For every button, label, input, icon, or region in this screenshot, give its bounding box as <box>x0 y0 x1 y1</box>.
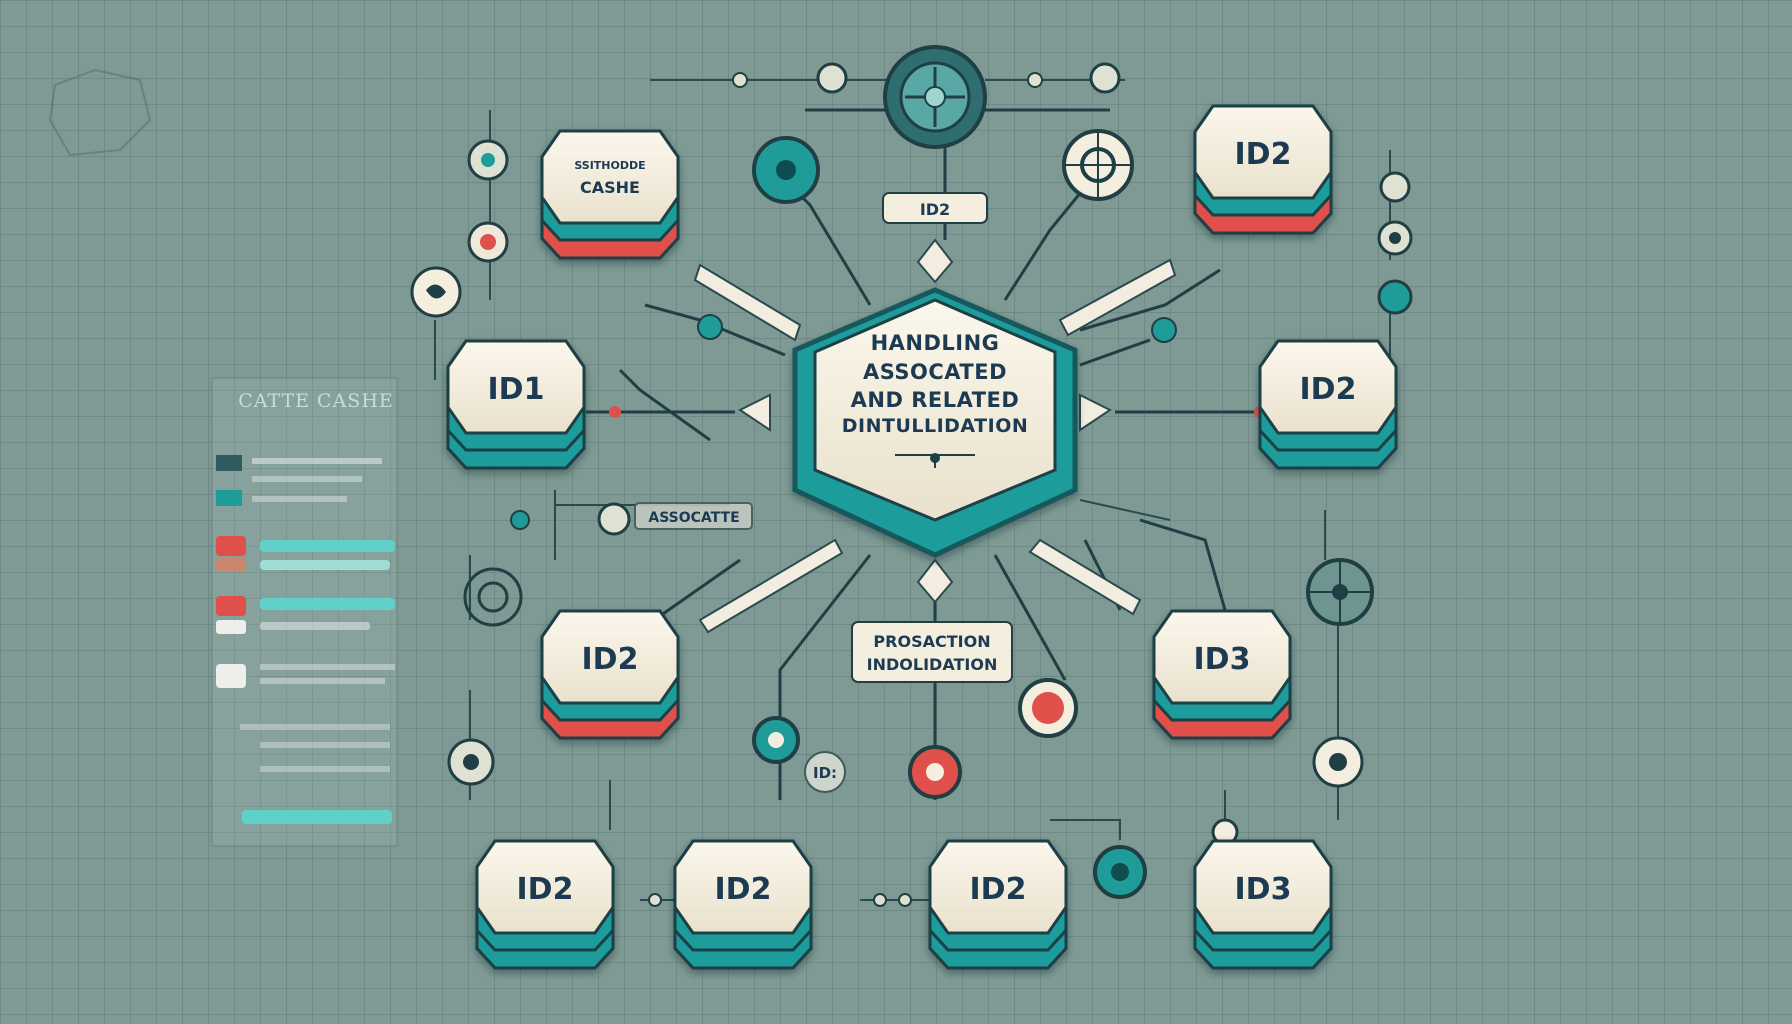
panel-swatch-red-2 <box>216 596 246 616</box>
tag-top: ID2 <box>882 192 988 224</box>
node-id3-mid-right: ID3 <box>1152 609 1292 740</box>
red-hub-icon-2 <box>908 745 962 799</box>
svg-text:ID:: ID: <box>813 764 837 782</box>
tag-production: PROSACTION INDOLIDATION <box>851 621 1013 683</box>
node-label: CASHE <box>580 178 640 197</box>
cache-side-panel: CATTE CASHE <box>211 377 398 847</box>
node-id2-bottom-1: ID2 <box>475 839 615 970</box>
svg-text:ID2: ID2 <box>920 200 950 219</box>
node-id2-bottom-2: ID2 <box>673 839 813 970</box>
panel-swatch-red-1 <box>216 536 246 556</box>
center-node: HANDLING ASSOCATED AND RELATED DINTULLID… <box>792 287 1078 558</box>
node-id3-bottom: ID3 <box>1193 839 1333 970</box>
node-label: ID2 <box>1235 137 1292 172</box>
node-label: ID2 <box>715 872 772 907</box>
node-label: ID2 <box>970 872 1027 907</box>
node-cache-node: SSITHODDE CASHE <box>540 129 680 260</box>
panel-swatch-white <box>216 664 246 688</box>
svg-text:PROSACTION: PROSACTION <box>873 632 990 651</box>
side-panel-title: CATTE CASHE <box>238 390 394 412</box>
sketch-icon <box>48 68 152 157</box>
node-id2-mid-left: ID2 <box>540 609 680 740</box>
teal-hub-bottom-icon <box>1093 845 1147 899</box>
node-label: ID2 <box>1300 372 1357 407</box>
leaf-icon <box>410 266 462 318</box>
red-hub-icon <box>1018 678 1078 738</box>
diagram-canvas: CATTE CASHE HANDLING ASSOCATED AND RELAT… <box>48 45 1413 970</box>
teal-hub-small-icon <box>752 716 800 764</box>
spiral-icon <box>463 567 523 627</box>
target-hub-icon <box>1062 129 1134 201</box>
svg-text:INDOLIDATION: INDOLIDATION <box>867 655 998 674</box>
node-label: ID3 <box>1235 872 1292 907</box>
teal-hub-icon <box>752 136 820 204</box>
node-label: ID1 <box>488 372 545 407</box>
center-line-4: DINTULLIDATION <box>842 415 1029 437</box>
node-label: SSITHODDE <box>574 159 645 172</box>
node-id2-right: ID2 <box>1258 339 1398 470</box>
node-label: ID3 <box>1194 642 1251 677</box>
center-line-2: ASSOCATED <box>863 360 1007 384</box>
node-label: ID2 <box>517 872 574 907</box>
tag-small-id: ID: <box>804 751 846 793</box>
tag-associate: ASSOCATTE <box>634 502 753 530</box>
node-id2-bottom-3: ID2 <box>928 839 1068 970</box>
center-line-3: AND RELATED <box>851 388 1020 412</box>
compass-hub-icon <box>883 45 987 149</box>
gear-hub-icon <box>1306 558 1374 626</box>
svg-text:ASSOCATTE: ASSOCATTE <box>648 510 739 526</box>
center-line-1: HANDLING <box>871 331 1000 355</box>
node-id2-top-right: ID2 <box>1193 104 1333 235</box>
node-id1-left: ID1 <box>446 339 586 470</box>
node-label: ID2 <box>582 642 639 677</box>
